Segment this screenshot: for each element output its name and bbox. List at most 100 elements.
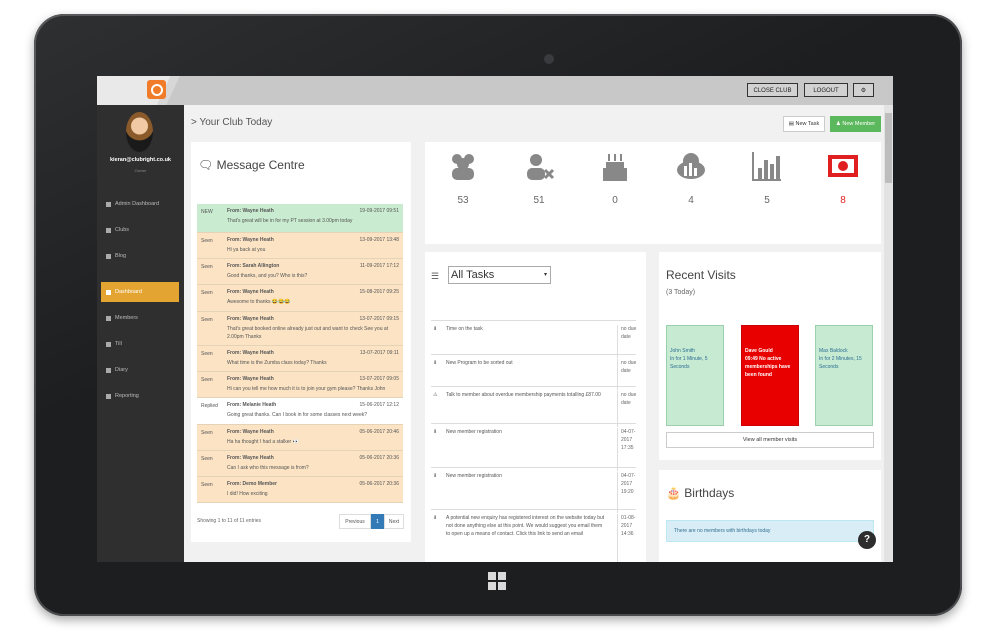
message-centre-title-text: Message Centre [216, 158, 305, 172]
message-text: Going great thanks. Can I book in for so… [227, 412, 368, 418]
message-row[interactable]: Seen From: Wayne Heath 13-07-2017 09:05 Hi … [197, 372, 403, 398]
warning-icon: ⚠ [433, 392, 438, 398]
sidebar-item-till[interactable]: Till [101, 334, 179, 354]
message-row[interactable]: Seen From: Wayne Heath 15-08-2017 09:25 Awe… [197, 285, 403, 312]
previous-page-button[interactable]: Previous [339, 514, 371, 529]
visit-card-dave-gould[interactable]: Dave Gould 09:49 No active memberships ha… [741, 325, 799, 426]
message-row[interactable]: Seen From: Wayne Heath 05-06-2017 20:36 Can… [197, 451, 403, 477]
message-text: I did! How exciting [227, 491, 268, 497]
sidebar-item-members[interactable]: Members [101, 308, 179, 328]
till-icon [106, 342, 111, 347]
message-row[interactable]: Seen From: Wayne Heath 13-07-2017 09:11 Wha… [197, 346, 403, 372]
scrollbar[interactable] [884, 105, 893, 562]
stat-cloud-chart[interactable]: 4 [671, 150, 711, 220]
message-row[interactable]: Seen From: Sarah Allington 11-09-2017 17:1… [197, 259, 403, 285]
task-due-date: 04-07-2017 19:20 [617, 472, 637, 513]
settings-button[interactable]: ⚙ [853, 83, 874, 97]
top-bar: CLOSE CLUB LOGOUT ⚙ [97, 76, 893, 105]
help-button[interactable]: ? [858, 531, 876, 549]
task-text: Talk to member about overdue membership … [446, 392, 601, 398]
view-all-visits-button[interactable]: View all member visits [666, 432, 874, 448]
sidebar: kieran@clubright.co.uk Owner Admin Dashb… [97, 105, 184, 562]
logout-button[interactable]: LOGOUT [804, 83, 848, 97]
task-row[interactable]: ⬇ Time on the task no due date [431, 320, 636, 358]
task-row[interactable]: ⬇ A potential new enquiry has registered … [431, 509, 637, 562]
message-status: Seen [201, 377, 213, 383]
message-date: 05-06-2017 20:36 [359, 481, 399, 487]
new-task-button[interactable]: ▤ New Task [783, 116, 825, 132]
stat-bar-chart[interactable]: 5 [747, 150, 787, 220]
message-text: What time is the Zumba class today? Than… [227, 360, 327, 366]
sidebar-item-admin-dashboard[interactable]: Admin Dashboard [101, 194, 179, 214]
message-row[interactable]: Seen From: Wayne Heath 13-09-2017 13:48 Hi … [197, 233, 403, 259]
visit-name: Max Baldock [819, 348, 848, 354]
message-status: Seen [201, 290, 213, 296]
task-row[interactable]: ⬇ New member registration 04-07-2017 17:35 [431, 423, 636, 471]
close-club-button[interactable]: CLOSE CLUB [747, 83, 798, 97]
stat-members-group[interactable]: 53 [443, 150, 483, 220]
reporting-icon [106, 394, 111, 399]
message-row[interactable]: Replied From: Melanie Heath 15-06-2017 12:… [197, 398, 403, 425]
message-row[interactable]: Seen From: Wayne Heath 05-06-2017 20:46 Ha … [197, 425, 403, 451]
page-1-button[interactable]: 1 [371, 514, 384, 529]
visit-detail: 09:49 No active memberships have been fo… [745, 356, 791, 378]
message-date: 13-09-2017 13:48 [359, 237, 399, 243]
sidebar-item-clubs[interactable]: Clubs [101, 220, 179, 240]
message-sender: From: Wayne Heath [227, 376, 274, 382]
message-date: 15-06-2017 12:12 [359, 402, 399, 408]
new-member-label: New Member [842, 121, 876, 127]
task-row[interactable]: ⬇ New Program to be sorted out no due date [431, 354, 636, 390]
message-date: 13-07-2017 09:11 [359, 350, 399, 356]
message-row[interactable]: Seen From: Wayne Heath 13-07-2017 09:15 Tha… [197, 312, 403, 346]
chat-icon: 🗨 [198, 158, 217, 172]
cloud-chart-icon [675, 150, 707, 184]
sidebar-item-label: Diary [115, 367, 128, 373]
message-status: Seen [201, 238, 213, 244]
message-date: 11-09-2017 17:12 [359, 263, 399, 269]
message-row[interactable]: Seen From: Demo Member 05-06-2017 20:36 I d… [197, 477, 403, 503]
task-due-date: 01-08-2017 14:36 [617, 514, 637, 562]
new-task-label: New Task [795, 121, 820, 127]
user-email: kieran@clubright.co.uk [110, 157, 171, 163]
stat-money[interactable]: 8 [823, 150, 863, 220]
new-member-button[interactable]: ♟ New Member [830, 116, 881, 132]
windows-logo-icon[interactable] [488, 572, 506, 590]
cake-icon: 🎂 [666, 486, 685, 500]
message-row[interactable]: NEW From: Wayne Heath 19-09-2017 09:51 That… [197, 204, 403, 233]
message-sender: From: Wayne Heath [227, 455, 274, 461]
task-row[interactable]: ⬇ New member registration 04-07-2017 19:20 [431, 467, 636, 513]
scrollbar-thumb[interactable] [885, 113, 892, 183]
visit-card-max-baldock[interactable]: Max Baldock In for 2 Minutes, 15 Seconds [815, 325, 873, 426]
sidebar-item-dashboard[interactable]: Dashboard [101, 282, 179, 302]
arrow-down-icon: ⬇ [433, 515, 438, 521]
clubright-logo-icon[interactable] [147, 80, 166, 99]
visit-card-john-smith[interactable]: John Smith In for 1 Minute, 5 Seconds [666, 325, 724, 426]
task-due-date: 04-07-2017 17:35 [617, 428, 637, 471]
admin-icon [106, 202, 111, 207]
sidebar-item-reporting[interactable]: Reporting [101, 386, 179, 406]
task-due-date: no due date [617, 391, 637, 427]
message-sender: From: Demo Member [227, 481, 278, 487]
stat-user-removed[interactable]: 51 [519, 150, 559, 220]
recent-visits-panel: Recent Visits (3 Today) John Smith In for… [659, 252, 881, 460]
next-page-button[interactable]: Next [384, 514, 404, 529]
clubs-icon [106, 228, 111, 233]
birthdays-title: 🎂 Birthdays [666, 486, 734, 500]
stat-birthday-cake[interactable]: 0 [595, 150, 635, 220]
task-text: New member registration [446, 429, 502, 435]
task-filter-select[interactable]: All Tasks ▾ [448, 266, 551, 284]
message-status: Replied [201, 403, 218, 409]
sidebar-item-blog[interactable]: Blog [101, 246, 179, 266]
message-sender: From: Wayne Heath [227, 289, 274, 295]
message-status: Seen [201, 430, 213, 436]
visit-name: John Smith [670, 348, 696, 354]
message-text: Hi can you tell me how much it is to joi… [227, 386, 386, 392]
sidebar-item-diary[interactable]: Diary [101, 360, 179, 380]
sidebar-item-label: Reporting [115, 393, 139, 399]
message-status: Seen [201, 456, 213, 462]
birthdays-alert: There are no members with birthdays toda… [666, 520, 874, 542]
blog-icon [106, 254, 111, 259]
task-row[interactable]: ⚠ Talk to member about overdue membership… [431, 386, 636, 427]
message-sender: From: Melanie Heath [227, 402, 277, 408]
message-text: Good thanks, and you? Who is this? [227, 273, 308, 279]
